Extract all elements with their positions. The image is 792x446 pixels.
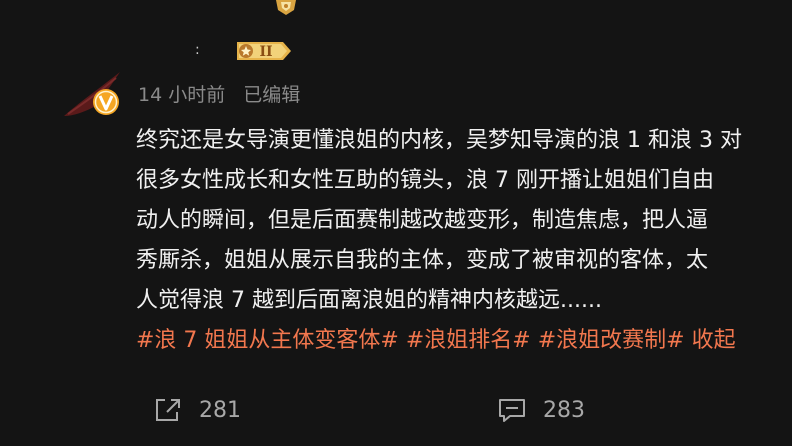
avatar[interactable] — [62, 72, 122, 120]
comment-button[interactable]: 283 — [497, 396, 585, 424]
action-bar: 281 283 — [0, 394, 792, 428]
post-line: 很多女性成长和女性互助的镜头，浪 7 刚开播让姐姐们自由 — [136, 168, 714, 193]
post-tags[interactable]: #浪 7 姐姐从主体变客体# #浪姐排名# #浪姐改赛制# 收起 — [136, 321, 792, 361]
share-icon — [156, 399, 180, 421]
level-badge-text: II — [259, 44, 272, 60]
post-line: 终究还是女导演更懂浪姐的内核，吴梦知导演的浪 1 和浪 3 对 — [136, 128, 742, 153]
comment-icon — [499, 399, 525, 422]
medal-badge-icon — [276, 0, 296, 15]
post-time: 14 小时前 — [138, 84, 226, 106]
post-meta: 14 小时前 已编辑 — [138, 80, 300, 107]
comment-count: 283 — [543, 397, 585, 423]
decorative-dots: : — [195, 42, 200, 58]
share-count: 281 — [199, 397, 241, 423]
share-button[interactable]: 281 — [153, 396, 241, 424]
post-line: 人觉得浪 7 越到后面离浪姐的精神内核越远...... — [136, 288, 602, 313]
edited-label: 已编辑 — [243, 84, 301, 106]
post-line: 动人的瞬间，但是后面赛制越改越变形，制造焦虑，把人逼 — [136, 208, 709, 233]
post-body: 终究还是女导演更懂浪姐的内核，吴梦知导演的浪 1 和浪 3 对 很多女性成长和女… — [136, 121, 792, 361]
post-line: 秀厮杀，姐姐从展示自我的主体，变成了被审视的客体，太 — [136, 248, 709, 273]
level-badge-icon[interactable]: II — [233, 38, 295, 64]
